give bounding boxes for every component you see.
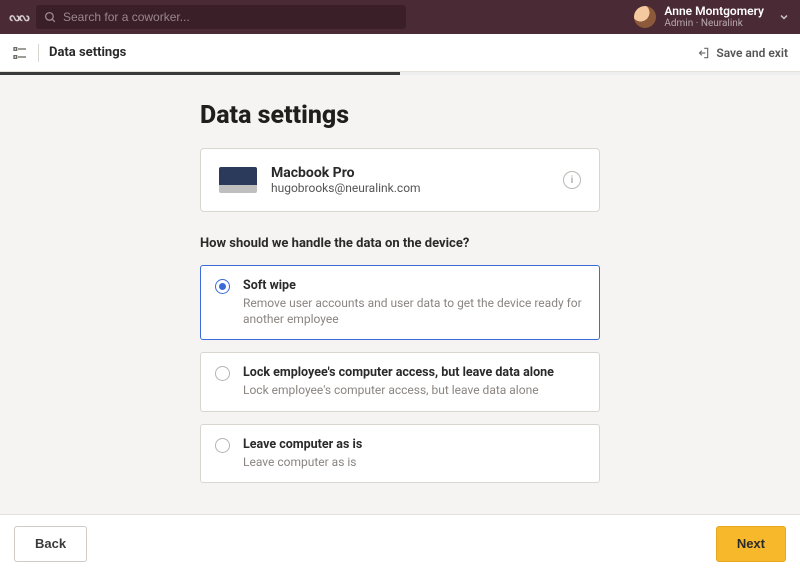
radio-icon (215, 438, 230, 453)
chevron-down-icon (778, 11, 790, 23)
question-heading: How should we handle the data on the dev… (200, 236, 600, 251)
device-card: Macbook Pro hugobrooks@neuralink.com i (200, 148, 600, 212)
page-header-title: Data settings (49, 45, 126, 60)
topbar: ᔓᔓ Anne Montgomery Admin · Neuralink (0, 0, 800, 34)
user-menu[interactable]: Anne Montgomery Admin · Neuralink (634, 5, 790, 29)
user-name: Anne Montgomery (664, 5, 764, 18)
footer-bar: Back Next (0, 514, 800, 572)
option-description: Remove user accounts and user data to ge… (243, 295, 585, 327)
main-content: Data settings Macbook Pro hugobrooks@neu… (0, 75, 800, 514)
option-title: Lock employee's computer access, but lea… (243, 365, 585, 380)
progress-bar (0, 72, 800, 75)
save-and-exit-button[interactable]: Save and exit (696, 46, 788, 60)
radio-icon (215, 279, 230, 294)
back-button[interactable]: Back (14, 526, 87, 562)
app-logo[interactable]: ᔓᔓ (10, 8, 28, 26)
settings-flow-icon (12, 45, 28, 61)
radio-icon (215, 366, 230, 381)
exit-icon (696, 46, 710, 60)
search-input[interactable] (63, 10, 398, 24)
progress-fill (0, 72, 400, 75)
user-role: Admin · Neuralink (664, 18, 764, 29)
save-and-exit-label: Save and exit (716, 46, 788, 60)
avatar (634, 6, 656, 28)
page-header-bar: Data settings Save and exit (0, 34, 800, 72)
page-title: Data settings (200, 101, 600, 130)
info-icon[interactable]: i (563, 171, 581, 189)
option-soft-wipe[interactable]: Soft wipe Remove user accounts and user … (200, 265, 600, 340)
option-title: Leave computer as is (243, 437, 585, 452)
global-search[interactable] (36, 5, 406, 29)
device-thumbnail (219, 167, 257, 193)
search-icon (44, 11, 57, 24)
option-lock-access[interactable]: Lock employee's computer access, but lea… (200, 352, 600, 411)
next-button[interactable]: Next (716, 526, 786, 562)
option-leave-as-is[interactable]: Leave computer as is Leave computer as i… (200, 424, 600, 483)
option-description: Leave computer as is (243, 454, 585, 470)
device-name: Macbook Pro (271, 165, 549, 181)
option-description: Lock employee's computer access, but lea… (243, 382, 585, 398)
option-title: Soft wipe (243, 278, 585, 293)
device-email: hugobrooks@neuralink.com (271, 181, 549, 195)
